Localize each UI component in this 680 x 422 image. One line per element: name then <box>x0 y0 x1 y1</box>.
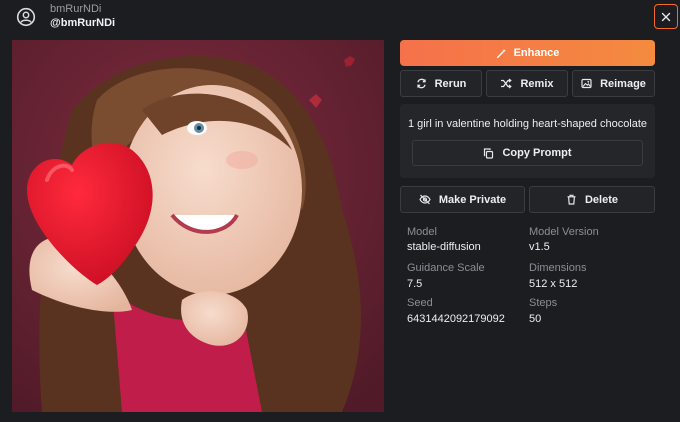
reimage-label: Reimage <box>600 77 646 90</box>
close-button[interactable] <box>654 4 678 29</box>
reimage-button[interactable]: Reimage <box>572 70 655 97</box>
guidance-scale-label: Guidance Scale <box>407 262 485 274</box>
model-version-value: v1.5 <box>529 241 550 253</box>
dimensions-value: 512 x 512 <box>529 278 578 290</box>
eye-off-icon <box>419 194 431 205</box>
rerun-button[interactable]: Rerun <box>400 70 482 97</box>
refresh-icon <box>416 78 427 89</box>
image-icon <box>581 78 592 89</box>
make-private-button[interactable]: Make Private <box>400 186 525 213</box>
model-label: Model <box>407 226 437 238</box>
remix-label: Remix <box>520 77 554 90</box>
header: bmRurNDi @bmRurNDi <box>0 0 680 36</box>
make-private-label: Make Private <box>438 193 507 206</box>
seed-label: Seed <box>407 297 433 309</box>
dimensions-label: Dimensions <box>529 262 587 274</box>
prompt-text: 1 girl in valentine holding heart-shaped… <box>407 118 648 130</box>
user-circle-icon[interactable] <box>16 7 36 27</box>
magic-wand-icon <box>496 48 507 59</box>
enhance-button[interactable]: Enhance <box>400 40 655 66</box>
model-value: stable-diffusion <box>407 241 481 253</box>
copy-prompt-button[interactable]: Copy Prompt <box>412 140 643 166</box>
enhance-label: Enhance <box>513 47 560 59</box>
close-icon <box>661 12 671 22</box>
seed-value: 6431442092179092 <box>407 313 505 325</box>
remix-button[interactable]: Remix <box>486 70 568 97</box>
user-name: bmRurNDi <box>50 3 102 15</box>
model-version-label: Model Version <box>529 226 599 238</box>
delete-label: Delete <box>584 193 619 206</box>
copy-prompt-label: Copy Prompt <box>502 147 572 159</box>
generated-image <box>12 40 384 412</box>
steps-label: Steps <box>529 297 558 309</box>
user-handle[interactable]: @bmRurNDi <box>50 17 115 29</box>
shuffle-icon <box>500 78 513 89</box>
delete-button[interactable]: Delete <box>529 186 655 213</box>
guidance-scale-value: 7.5 <box>407 278 423 290</box>
steps-value: 50 <box>529 313 542 325</box>
copy-icon <box>483 147 494 159</box>
rerun-label: Rerun <box>434 77 467 90</box>
trash-icon <box>566 194 577 205</box>
prompt-panel: 1 girl in valentine holding heart-shaped… <box>400 104 655 178</box>
